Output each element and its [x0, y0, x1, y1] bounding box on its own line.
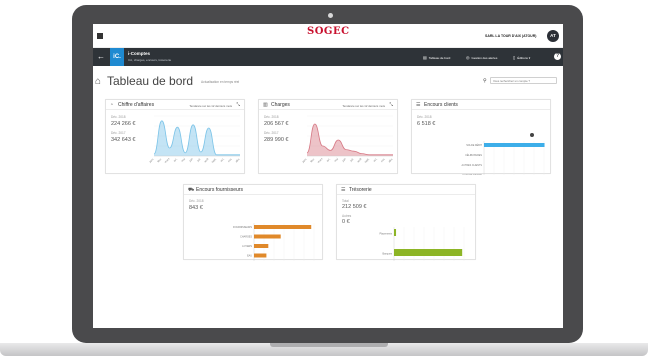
x-tick-label: janv.: [147, 157, 154, 164]
x-tick-label: août: [203, 157, 210, 164]
search-icon[interactable]: ⚲: [483, 78, 487, 84]
encours-fournisseurs-bar-chart: FOURNISSEURSCHARGESLOYERSEAUASSURANCEAUT…: [233, 223, 315, 261]
top-bar: SOGEC SARL LA TOUR D'AIX (ATOUR) AT: [93, 24, 563, 48]
x-tick-label: févr.: [156, 157, 162, 163]
x-tick-label: mai: [180, 157, 186, 163]
bar: [394, 229, 397, 236]
category-label: CHARGES: [240, 236, 252, 239]
x-tick-label: août: [356, 157, 363, 164]
user-avatar[interactable]: AT: [547, 30, 559, 42]
company-name[interactable]: SARL LA TOUR D'AIX (ATOUR): [485, 34, 536, 38]
screen: SOGEC SARL LA TOUR D'AIX (ATOUR) AT ← iC…: [93, 24, 563, 328]
apps-grid-icon[interactable]: [97, 33, 103, 39]
x-tick-label: juin: [187, 156, 194, 163]
x-tick-label: oct.: [219, 157, 225, 163]
nav-dashboard[interactable]: ▤ Tableau de bord: [423, 55, 450, 60]
x-tick-label: avr.: [172, 157, 178, 163]
bar: [254, 225, 312, 229]
category-label: LOYERS: [242, 245, 252, 248]
nav-editions-label: Éditions ▾: [517, 56, 531, 60]
search-input[interactable]: [490, 77, 557, 84]
back-arrow-icon[interactable]: ←: [97, 51, 105, 63]
charges-area-chart: janv. févr. mars avr. mai juin juil. août sept. o…: [300, 115, 394, 164]
category-label: SOLDE DÉBIT: [466, 144, 482, 147]
app-description: CA, charges, encours, trésorerie: [128, 58, 172, 62]
logo-text: SOGEC: [307, 26, 350, 37]
x-tick-label: déc.: [234, 157, 240, 163]
category-label: EAU: [247, 255, 252, 258]
tresorerie-bar-chart: PlacementsBanquesCaisse: [380, 227, 465, 261]
bar: [254, 234, 281, 239]
x-tick-label: nov.: [227, 157, 233, 163]
category-label: Placements: [380, 232, 393, 235]
alert-icon: ◎: [466, 55, 470, 60]
card-encours-fournisseurs: ⛟ Encours fournisseurs Déc. 2018 843 € F…: [183, 184, 323, 261]
x-tick-label: sept.: [363, 157, 370, 164]
card-tresorerie: ☰ Trésorerie Total 212 509 € Autres 0 € …: [336, 184, 476, 261]
home-icon: ⌂: [95, 76, 102, 87]
nav-alerts[interactable]: ◎ Gestion des alertes: [466, 55, 497, 60]
x-tick-label: janv.: [300, 157, 307, 164]
x-tick-label: mars: [316, 156, 323, 163]
category-label: Banques: [383, 252, 393, 255]
bar: [394, 249, 463, 256]
camera-icon: [328, 13, 333, 18]
card-chiffre-affaires: ◔ Chiffre d'affaires Tendance sur les 12…: [105, 99, 245, 174]
x-tick-label: févr.: [309, 157, 315, 163]
nav-alerts-label: Gestion des alertes: [471, 56, 498, 60]
tooltip-marker: [530, 133, 534, 137]
app-bar: ← iC. i-Comptes CA, charges, encours, tr…: [93, 48, 563, 66]
page-title: Tableau de bord: [107, 74, 194, 88]
category-label: FOURNISSEURS: [233, 226, 252, 229]
nav-editions[interactable]: ▯ Éditions ▾: [513, 55, 530, 60]
x-tick-label: avr.: [325, 157, 331, 163]
card-encours-clients: ☰ Encours clients Déc. 2018 6 518 € SOLD…: [411, 99, 551, 175]
x-tick-label: juil.: [348, 157, 354, 163]
help-icon[interactable]: ?: [554, 53, 561, 60]
bar: [254, 253, 267, 258]
x-tick-label: oct.: [372, 157, 378, 163]
x-tick-label: mars: [163, 156, 170, 163]
dashboard-icon: ▤: [423, 55, 427, 60]
document-icon: ▯: [513, 55, 516, 60]
page-subtitle: Actualisation en temps réel: [201, 80, 240, 84]
chiffre-area-chart: janv. févr. mars avr. mai juin juil. août sept. o…: [147, 115, 241, 164]
x-tick-label: sept.: [210, 157, 217, 164]
x-tick-label: déc.: [387, 157, 393, 163]
app-name: i-Comptes: [128, 51, 151, 56]
laptop-hinge: [270, 343, 388, 347]
x-tick-label: nov.: [380, 157, 386, 163]
bar: [254, 244, 269, 248]
nav-dashboard-label: Tableau de bord: [428, 56, 451, 60]
x-tick-label: mai: [333, 157, 339, 163]
x-tick-label: juin: [340, 156, 347, 163]
bar: [484, 143, 545, 147]
card-charges: ▥ Charges Tendance sur les 12 derniers m…: [258, 99, 398, 174]
encours-clients-bar-chart: SOLDE DÉBIT CÉLIBATAIRES AUTRES CLIENTS CLI…: [462, 133, 545, 175]
category-label: CLIENTS DIVERS: [462, 174, 482, 175]
category-label: CÉLIBATAIRES: [465, 154, 482, 157]
category-label: AUTRES CLIENTS: [462, 164, 483, 167]
app-logo-tile: iC.: [110, 48, 124, 66]
brand-logo: SOGEC: [307, 26, 349, 46]
x-tick-label: juil.: [195, 157, 201, 163]
